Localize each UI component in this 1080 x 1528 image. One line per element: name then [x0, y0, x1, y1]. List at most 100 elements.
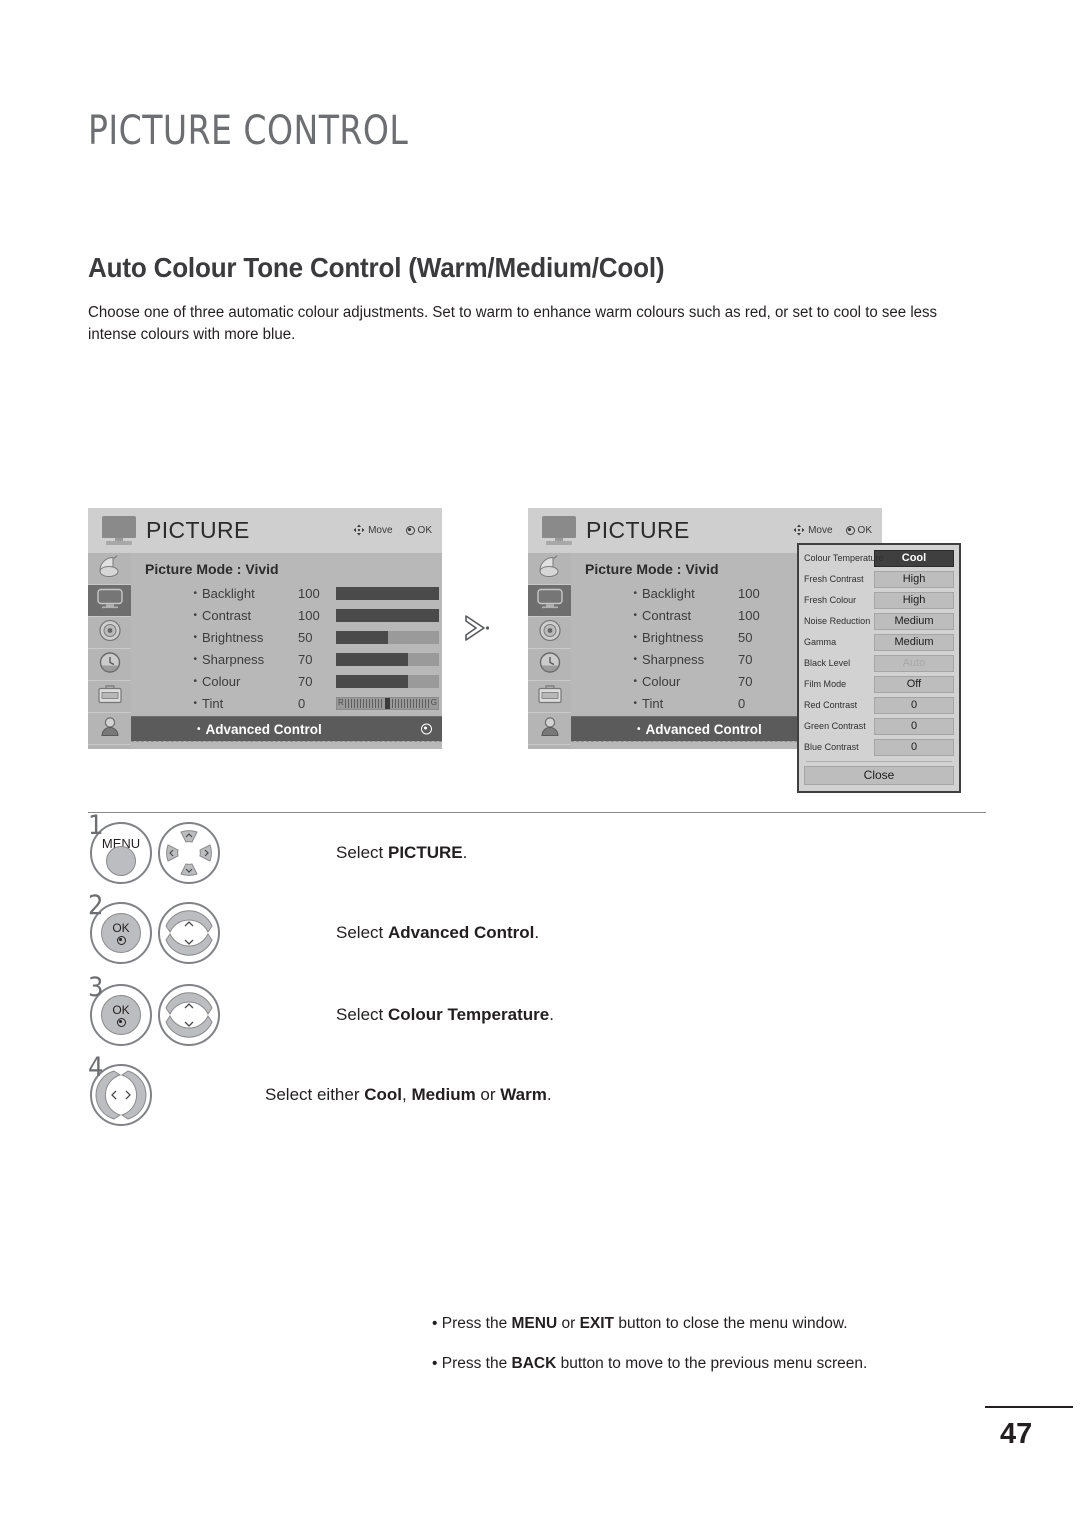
advanced-item-green-contrast[interactable]: Green Contrast 0 — [804, 717, 954, 736]
sidebar-item-audio-2[interactable] — [528, 617, 571, 649]
advanced-item-gamma[interactable]: Gamma Medium — [804, 633, 954, 652]
advanced-item-fresh-contrast[interactable]: Fresh Contrast High — [804, 570, 954, 589]
advanced-item-key: Colour Temperature — [804, 553, 884, 564]
step-text-pre: Select — [336, 923, 388, 942]
option-value: 100 — [298, 585, 320, 601]
osd-footer — [131, 741, 442, 749]
content-divider — [88, 812, 986, 813]
advanced-item-colour-temperature[interactable]: Colour Temperature Cool — [804, 549, 954, 568]
satellite-dish-icon — [97, 554, 123, 583]
navigation-wheel-up-down[interactable] — [158, 902, 220, 964]
osd-option-tint[interactable]: • Tint 0 R G — [131, 692, 442, 714]
ok-dot-icon-2 — [845, 525, 855, 535]
ok-dot-icon — [405, 525, 415, 535]
sidebar-item-time[interactable] — [88, 649, 131, 681]
ok-button-key[interactable]: OK — [101, 995, 141, 1035]
advanced-item-value[interactable]: Cool — [874, 550, 954, 567]
sidebar-item-picture[interactable] — [88, 585, 131, 617]
sidebar-item-channel[interactable] — [88, 553, 131, 585]
ok-button-label: OK — [112, 1002, 130, 1017]
tint-ticks-left — [344, 698, 383, 708]
advanced-item-noise-reduction[interactable]: Noise Reduction Medium — [804, 612, 954, 631]
option-label: Brightness — [642, 629, 704, 645]
advanced-item-value[interactable]: 0 — [874, 697, 954, 714]
osd-option-brightness[interactable]: • Brightness 50 — [131, 626, 442, 648]
advanced-item-value[interactable]: 0 — [874, 739, 954, 756]
option-slider[interactable] — [336, 652, 439, 666]
advanced-item-value[interactable]: Medium — [874, 634, 954, 651]
ok-button-key[interactable]: OK — [101, 913, 141, 953]
sidebar-item-audio[interactable] — [88, 617, 131, 649]
advanced-item-key: Blue Contrast — [804, 742, 859, 753]
move-arrows-icon — [353, 524, 365, 536]
picture-mode-label: Picture Mode — [145, 561, 233, 577]
option-label: Contrast — [642, 607, 692, 623]
step-instruction-text: Select Advanced Control. — [336, 923, 539, 943]
advanced-item-blue-contrast[interactable]: Blue Contrast 0 — [804, 738, 954, 757]
osd-title: PICTURE — [146, 517, 250, 543]
sidebar-item-picture-2[interactable] — [528, 585, 571, 617]
option-slider[interactable] — [336, 674, 439, 688]
note-2-post: button to move to the previous menu scre… — [556, 1355, 868, 1372]
advanced-item-film-mode[interactable]: Film Mode Off — [804, 675, 954, 694]
osd-option-contrast[interactable]: • Contrast 100 — [131, 604, 442, 626]
option-label: Colour — [202, 673, 241, 689]
option-value: 50 — [298, 629, 313, 645]
option-slider-fill — [336, 674, 409, 688]
osd-sidebar-2 — [528, 553, 571, 749]
sidebar-item-channel-2[interactable] — [528, 553, 571, 585]
advanced-item-red-contrast[interactable]: Red Contrast 0 — [804, 696, 954, 715]
popup-divider — [806, 761, 952, 762]
tint-knob[interactable] — [384, 697, 390, 709]
tv-icon-2 — [540, 516, 578, 546]
bullet-icon: • — [193, 631, 197, 643]
note-menu-exit: • Press the MENU or EXIT button to close… — [432, 1315, 848, 1333]
lock-parental-icon — [98, 714, 122, 743]
osd-advanced-control-row[interactable]: • Advanced Control — [131, 716, 442, 741]
sidebar-item-time-2[interactable] — [528, 649, 571, 681]
osd-body: Picture Mode : Vivid • Backlight 100 • Contr… — [88, 553, 442, 749]
flow-arrow-icon — [462, 612, 502, 646]
step-instruction-text: Select either Cool, Medium or Warm. — [265, 1085, 552, 1105]
step-text-post: . — [462, 843, 468, 862]
advanced-item-value[interactable]: Auto — [874, 655, 954, 672]
tv-icon — [100, 516, 138, 546]
advanced-item-black-level[interactable]: Black Level Auto — [804, 654, 954, 673]
step-3: 3 OK Select Colour Temperature. — [88, 972, 554, 1046]
advanced-item-fresh-colour[interactable]: Fresh Colour High — [804, 591, 954, 610]
section-description: Choose one of three automatic colour adj… — [88, 304, 938, 344]
advanced-item-value[interactable]: Medium — [874, 613, 954, 630]
osd-option-sharpness[interactable]: • Sharpness 70 — [131, 648, 442, 670]
option-label: Backlight — [202, 585, 255, 601]
bullet-icon: • — [193, 675, 197, 687]
navigation-wheel-up-down[interactable] — [158, 984, 220, 1046]
advanced-item-value[interactable]: Off — [874, 676, 954, 693]
close-button[interactable]: Close — [804, 766, 954, 785]
bullet-icon: • — [633, 653, 637, 665]
option-slider[interactable] — [336, 586, 439, 600]
osd-option-colour[interactable]: • Colour 70 — [131, 670, 442, 692]
osd-option-backlight[interactable]: • Backlight 100 — [131, 582, 442, 604]
sidebar-item-setup-2[interactable] — [528, 681, 571, 713]
advanced-item-value[interactable]: High — [874, 571, 954, 588]
option-slider[interactable] — [336, 630, 439, 644]
picture-mode-row[interactable]: Picture Mode : Vivid — [131, 558, 442, 582]
tint-slider[interactable]: R G — [336, 696, 439, 710]
navigation-wheel-four-way[interactable] — [158, 822, 220, 884]
step-text-bold-1: Cool — [364, 1085, 403, 1104]
step-text-bold-1: Colour Temperature — [387, 1005, 550, 1024]
bullet-icon: • — [193, 609, 197, 621]
tv-picture-icon — [96, 587, 124, 614]
menu-button-key[interactable] — [106, 846, 136, 877]
osd-sidebar — [88, 553, 131, 749]
option-slider[interactable] — [336, 608, 439, 622]
option-label: Backlight — [642, 585, 695, 601]
advanced-item-key: Film Mode — [804, 679, 847, 690]
sidebar-item-setup[interactable] — [88, 681, 131, 713]
advanced-item-value[interactable]: 0 — [874, 718, 954, 735]
step-text-post: . — [549, 1005, 554, 1024]
advanced-item-value[interactable]: High — [874, 592, 954, 609]
sidebar-item-lock-2[interactable] — [528, 713, 571, 745]
option-slider-fill — [336, 630, 388, 644]
sidebar-item-lock[interactable] — [88, 713, 131, 745]
